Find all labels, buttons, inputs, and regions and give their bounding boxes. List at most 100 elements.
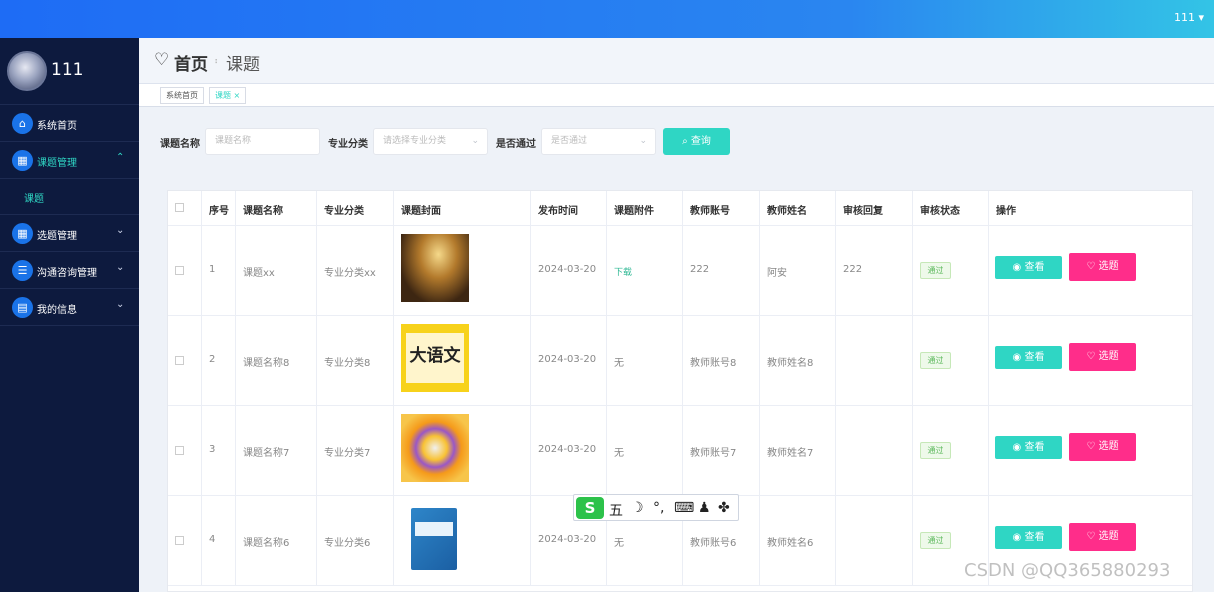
- select-topic-button[interactable]: ♡ 选题: [1069, 433, 1136, 461]
- major-select[interactable]: 请选择专业分类 ⌄: [373, 128, 488, 155]
- row-checkbox[interactable]: [175, 536, 184, 545]
- table-header: 序号 课题名称 专业分类 课题封面 发布时间 课题附件 教师账号 教师姓名 审核…: [168, 191, 1192, 226]
- sidebar-subitem-label: 课题: [24, 194, 44, 205]
- cell-reply: 222: [843, 264, 863, 275]
- status-badge: 通过: [920, 532, 951, 549]
- tab-bar: 系统首页 课题 ×: [139, 84, 1214, 107]
- sidebar-item-home[interactable]: ⌂ 系统首页: [0, 105, 139, 142]
- apps-icon[interactable]: ✤: [718, 500, 730, 516]
- sidebar-item-topic-management[interactable]: ▦ 课题管理 ⌃: [0, 142, 139, 179]
- sidebar-subitem-topic[interactable]: 课题: [0, 179, 139, 215]
- cell-name: 课题名称8: [243, 358, 290, 369]
- tab-topic[interactable]: 课题 ×: [209, 87, 247, 104]
- cover-image-chart: [401, 414, 469, 482]
- sidebar-item-label: 我的信息: [37, 305, 77, 316]
- breadcrumb: ♡ 首页 ⠆ 课题: [139, 38, 1214, 84]
- sidebar-item-label: 选题管理: [37, 231, 77, 242]
- sidebar-item-my-info[interactable]: ▤ 我的信息 ⌄: [0, 289, 139, 326]
- cover-image-book: [401, 234, 469, 302]
- punctuation-icon[interactable]: °,: [653, 500, 664, 516]
- breadcrumb-separator: ⠆: [214, 56, 222, 67]
- cell-date: 2024-03-20: [538, 264, 597, 275]
- download-link[interactable]: 下载: [614, 265, 632, 278]
- keyboard-icon[interactable]: ⌨: [674, 500, 694, 516]
- row-checkbox[interactable]: [175, 356, 184, 365]
- cell-account: 教师账号7: [690, 448, 737, 459]
- cell-teacher: 教师姓名6: [767, 538, 814, 549]
- search-bar: 课题名称 课题名称 专业分类 请选择专业分类 ⌄ 是否通过 是否通过 ⌄ ⌕ 查…: [139, 107, 1214, 177]
- sidebar: 111 ⌂ 系统首页 ▦ 课题管理 ⌃ 课题 ▦ 选题管理 ⌄ ☰ 沟通咨询管理…: [0, 38, 139, 592]
- top-bar: 111 ▾: [0, 0, 1214, 38]
- pass-select[interactable]: 是否通过 ⌄: [541, 128, 656, 155]
- select-topic-button[interactable]: ♡ 选题: [1069, 343, 1136, 371]
- cell-name: 课题名称7: [243, 448, 290, 459]
- cell-teacher: 教师姓名7: [767, 448, 814, 459]
- moon-icon[interactable]: ☽: [631, 500, 644, 516]
- sidebar-item-consult-management[interactable]: ☰ 沟通咨询管理 ⌄: [0, 252, 139, 289]
- major-select-placeholder: 请选择专业分类: [383, 136, 447, 146]
- cell-date: 2024-03-20: [538, 354, 597, 365]
- pass-select-placeholder: 是否通过: [551, 136, 588, 146]
- user-name: 111: [51, 60, 84, 80]
- chevron-down-icon: ⌄: [116, 225, 125, 236]
- cover-title: 大语文: [409, 346, 461, 366]
- grid-icon: ▦: [12, 223, 33, 244]
- cell-major: 专业分类xx: [324, 268, 376, 279]
- cell-no: 2: [209, 354, 216, 365]
- cell-attachment: 无: [614, 448, 624, 459]
- cell-major: 专业分类7: [324, 448, 371, 459]
- chevron-down-icon: ⌄: [471, 136, 479, 146]
- chevron-down-icon: ⌄: [116, 299, 125, 310]
- header-cell: 专业分类: [324, 206, 364, 217]
- header-cell: 课题附件: [614, 206, 654, 217]
- breadcrumb-current: 课题: [226, 55, 260, 75]
- sidebar-item-label: 课题管理: [37, 158, 77, 169]
- view-button[interactable]: ◉ 查看: [995, 256, 1062, 279]
- row-checkbox[interactable]: [175, 446, 184, 455]
- cell-date: 2024-03-20: [538, 534, 597, 545]
- sidebar-item-selection-management[interactable]: ▦ 选题管理 ⌄: [0, 215, 139, 252]
- row-checkbox[interactable]: [175, 266, 184, 275]
- header-cell: 操作: [996, 206, 1016, 217]
- breadcrumb-home[interactable]: 首页: [174, 50, 208, 75]
- view-button[interactable]: ◉ 查看: [995, 526, 1062, 549]
- cell-no: 3: [209, 444, 216, 455]
- cell-name: 课题xx: [243, 268, 275, 279]
- pass-label: 是否通过: [496, 139, 536, 150]
- chevron-up-icon: ⌃: [116, 152, 125, 163]
- cell-attachment: 无: [614, 358, 624, 369]
- status-badge: 通过: [920, 262, 951, 279]
- major-label: 专业分类: [328, 139, 368, 150]
- chevron-down-icon: ⌄: [116, 262, 125, 273]
- topic-name-input[interactable]: 课题名称: [205, 128, 320, 155]
- view-button[interactable]: ◉ 查看: [995, 436, 1062, 459]
- search-button[interactable]: ⌕ 查询: [663, 128, 730, 155]
- header-cell: 审核状态: [920, 206, 960, 217]
- grid-icon: ▦: [12, 150, 33, 171]
- watermark: CSDN @QQ365880293: [964, 560, 1171, 581]
- select-topic-button[interactable]: ♡ 选题: [1069, 253, 1136, 281]
- cover-image-textbook: [401, 504, 469, 572]
- cell-account: 教师账号6: [690, 538, 737, 549]
- table-row: 2 课题名称8 专业分类8 大语文 2024-03-20 无 教师账号8 教师姓…: [168, 316, 1192, 406]
- cell-no: 1: [209, 264, 216, 275]
- cell-account: 教师账号8: [690, 358, 737, 369]
- select-all-checkbox[interactable]: [175, 203, 184, 212]
- header-cell: 课题名称: [243, 206, 283, 217]
- cell-account: 222: [690, 264, 710, 275]
- sidebar-item-label: 沟通咨询管理: [37, 268, 97, 279]
- user-menu[interactable]: 111 ▾: [1174, 11, 1204, 24]
- header-cell: 审核回复: [843, 206, 883, 217]
- avatar: [7, 51, 47, 91]
- cell-date: 2024-03-20: [538, 444, 597, 455]
- table-row: 3 课题名称7 专业分类7 2024-03-20 无 教师账号7 教师姓名7 通…: [168, 406, 1192, 496]
- cell-teacher: 教师姓名8: [767, 358, 814, 369]
- tab-home[interactable]: 系统首页: [160, 87, 204, 104]
- ime-logo-icon[interactable]: S: [576, 497, 604, 519]
- ime-wubi-key[interactable]: 五: [609, 500, 623, 520]
- status-badge: 通过: [920, 352, 951, 369]
- cell-major: 专业分类6: [324, 538, 371, 549]
- view-button[interactable]: ◉ 查看: [995, 346, 1062, 369]
- select-topic-button[interactable]: ♡ 选题: [1069, 523, 1136, 551]
- user-icon[interactable]: ♟: [698, 500, 711, 516]
